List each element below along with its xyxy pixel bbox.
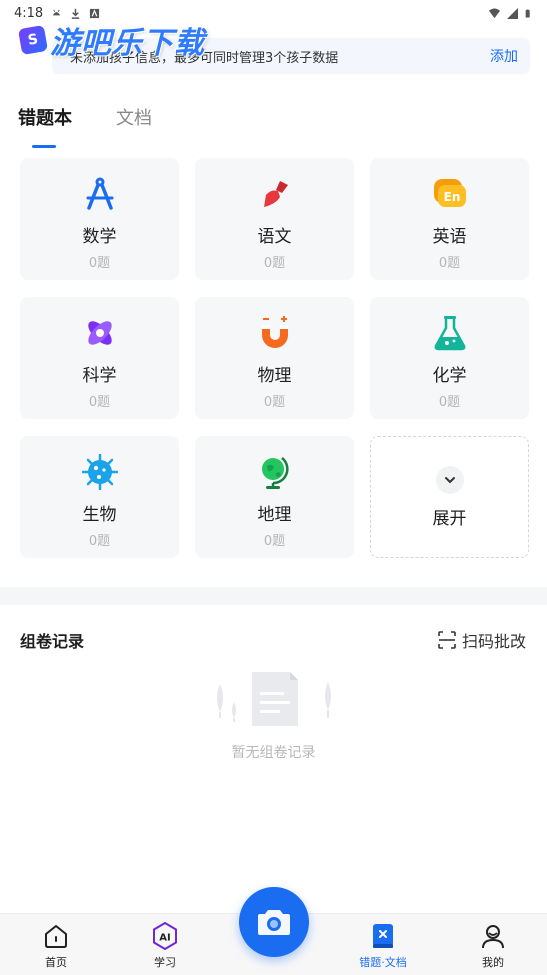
nav-mine-label: 我的 [482,956,504,969]
subject-name: 化学 [432,366,467,386]
en-chat-icon: En [432,176,468,212]
watermark-text: 游吧乐下载 [50,26,205,61]
tab-wrongbook[interactable]: 错题本 [18,104,72,148]
signal-icon [507,7,518,19]
brush-icon [257,176,293,212]
nav-mine[interactable]: 我的 [453,922,533,970]
watermark-badge: S [17,24,49,56]
nav-home-label: 首页 [45,956,67,969]
nav-learn[interactable]: AI 学习 [125,922,205,970]
chevron-down-icon [435,465,464,494]
wrongbook-icon [369,922,397,950]
subject-card-physics[interactable]: 物理 0题 [195,297,354,419]
a-box-icon [90,8,100,18]
empty-records-illustration [217,672,331,726]
user-icon [479,922,507,950]
subject-count: 0题 [88,256,111,271]
magnet-icon [257,315,293,351]
empty-records-text: 暂无组卷记录 [231,745,316,761]
camera-button[interactable] [239,887,309,957]
tab-bar: 错题本 文档 [18,104,152,148]
home-icon [42,922,70,950]
subject-name: 英语 [432,227,467,247]
scan-grade-label: 扫码批改 [461,632,526,651]
scan-icon [438,631,456,649]
expand-subjects-button[interactable]: 展开 [370,436,529,558]
subject-name: 地理 [257,505,292,525]
compass-icon [82,176,118,212]
subject-count: 0题 [263,534,286,549]
subject-count: 0题 [88,395,111,410]
subject-grid: 数学 0题 语文 0题 En 英语 0题 科学 0题 物理 0题 化学 0题 生… [20,158,529,558]
download-icon [72,8,80,19]
records-title: 组卷记录 [20,632,85,651]
microbe-icon [81,454,118,490]
tab-documents[interactable]: 文档 [116,104,152,148]
subject-count: 0题 [438,256,461,271]
tab-wrongbook-label: 错题本 [18,108,72,129]
subject-name: 语文 [257,227,292,247]
subject-name: 科学 [82,366,117,386]
tab-documents-label: 文档 [116,108,152,129]
subject-card-english[interactable]: En 英语 0题 [370,158,529,280]
wifi-icon [489,7,500,18]
ai-icon: AI [151,922,179,950]
nav-home[interactable]: 首页 [16,922,96,970]
nav-wrongbook[interactable]: 错题·文档 [343,922,423,970]
globe-icon [257,454,293,490]
subject-card-geography[interactable]: 地理 0题 [195,436,354,558]
subject-name: 物理 [257,366,292,386]
svg-text:AI: AI [159,933,170,944]
camera-icon [258,910,290,935]
scan-grade-button[interactable]: 扫码批改 [438,628,526,652]
subject-card-chemistry[interactable]: 化学 0题 [370,297,529,419]
battery-icon [525,9,530,17]
nav-learn-label: 学习 [154,956,176,969]
subject-count: 0题 [88,534,111,549]
subject-count: 0题 [263,256,286,271]
subject-count: 0题 [263,395,286,410]
expand-label: 展开 [432,508,467,529]
subject-card-math[interactable]: 数学 0题 [20,158,179,280]
tab-underline [32,145,56,148]
atom-icon [82,315,118,351]
watermark-logo: S 游吧乐下载 [17,18,205,62]
nav-wrongbook-label: 错题·文档 [359,956,407,969]
subject-name: 数学 [82,227,117,247]
subject-card-science[interactable]: 科学 0题 [20,297,179,419]
android-debug-icon [53,9,61,15]
add-child-button[interactable]: 添加 [490,46,518,66]
section-divider [0,587,547,605]
subject-card-chinese[interactable]: 语文 0题 [195,158,354,280]
subject-name: 生物 [82,505,117,525]
subject-count: 0题 [438,395,461,410]
subject-card-biology[interactable]: 生物 0题 [20,436,179,558]
svg-text:En: En [443,190,460,204]
flask-icon [432,315,468,351]
